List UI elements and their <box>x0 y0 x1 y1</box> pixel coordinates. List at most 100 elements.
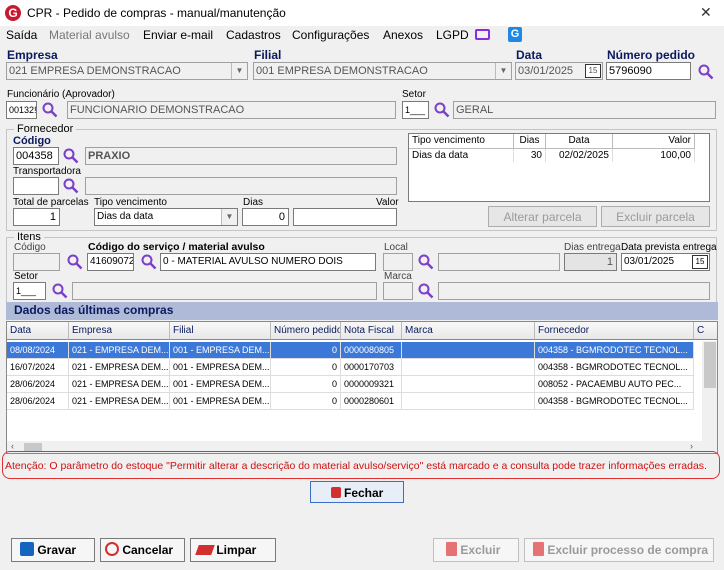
table-cell[interactable]: 0 <box>271 342 341 359</box>
setor-code-field[interactable]: 1___ <box>402 101 429 119</box>
table-cell[interactable]: 02/02/2025 <box>546 149 613 162</box>
itens-setor-code-field[interactable]: 1___ <box>13 282 46 300</box>
table-cell[interactable]: 100,00 <box>613 149 695 162</box>
monitor-icon[interactable] <box>475 29 490 40</box>
table-cell[interactable]: 021 - EMPRESA DEM... <box>69 359 170 376</box>
total-parcelas-field[interactable]: 1 <box>13 208 60 226</box>
numero-pedido-field[interactable]: 5796090 <box>606 62 691 80</box>
table-cell[interactable]: 0000280601 <box>341 393 402 410</box>
servico-desc-field[interactable]: 0 - MATERIAL AVULSO NUMERO DOIS <box>160 253 376 271</box>
menu-material-avulso[interactable]: Material avulso <box>49 28 130 42</box>
col-header-nota[interactable]: Nota Fiscal <box>341 322 402 340</box>
table-cell[interactable]: 0 <box>271 393 341 410</box>
menu-saida[interactable]: Saída <box>6 28 37 42</box>
table-cell[interactable] <box>402 393 535 410</box>
excluir-processo-button[interactable]: Excluir processo de compra <box>524 538 714 562</box>
table-cell[interactable]: 001 - EMPRESA DEM... <box>170 342 271 359</box>
search-icon[interactable] <box>67 254 83 270</box>
table-cell[interactable] <box>402 359 535 376</box>
col-header-empresa[interactable]: Empresa <box>69 322 170 340</box>
table-cell[interactable]: 008052 - PACAEMBU AUTO PEC... <box>535 376 694 393</box>
table-cell[interactable]: 28/06/2024 <box>7 376 69 393</box>
servico-code-field[interactable]: 41609072 <box>87 253 134 271</box>
search-icon[interactable] <box>434 102 450 118</box>
dias-field[interactable]: 0 <box>242 208 289 226</box>
chevron-right-icon[interactable]: › <box>690 441 693 451</box>
data-field[interactable]: 03/01/2025 15 <box>515 62 603 80</box>
excluir-parcela-button[interactable]: Excluir parcela <box>601 206 710 227</box>
close-icon[interactable]: ✕ <box>700 4 712 21</box>
search-icon[interactable] <box>63 148 79 164</box>
table-cell[interactable]: 0000170703 <box>341 359 402 376</box>
table-cell[interactable]: 28/06/2024 <box>7 393 69 410</box>
menu-lgpd[interactable]: LGPD <box>436 28 469 42</box>
table-cell[interactable]: 0000080805 <box>341 342 402 359</box>
col-header-numero[interactable]: Número pedido <box>271 322 341 340</box>
fechar-button[interactable]: Fechar <box>310 481 404 503</box>
menu-anexos[interactable]: Anexos <box>383 28 423 42</box>
empresa-label: Empresa <box>7 48 58 62</box>
table-cell[interactable]: 0000009321 <box>341 376 402 393</box>
search-icon[interactable] <box>418 283 434 299</box>
menu-configuracoes[interactable]: Configurações <box>292 28 369 42</box>
table-cell[interactable]: 021 - EMPRESA DEM... <box>69 376 170 393</box>
scrollbar-thumb[interactable] <box>704 342 716 388</box>
col-header[interactable]: Valor <box>613 134 695 149</box>
table-cell[interactable]: 0 <box>271 359 341 376</box>
itens-codigo-field <box>13 253 60 271</box>
col-header-fornecedor[interactable]: Fornecedor <box>535 322 694 340</box>
menu-cadastros[interactable]: Cadastros <box>226 28 281 42</box>
tipo-vencimento-select[interactable]: Dias da data ▼ <box>94 208 238 226</box>
col-header[interactable]: Dias <box>514 134 546 149</box>
col-header[interactable]: Tipo vencimento <box>409 134 514 149</box>
table-cell[interactable]: 001 - EMPRESA DEM... <box>170 376 271 393</box>
table-cell[interactable]: 021 - EMPRESA DEM... <box>69 393 170 410</box>
table-cell[interactable]: 001 - EMPRESA DEM... <box>170 393 271 410</box>
table-cell[interactable]: 30 <box>514 149 546 162</box>
table-cell[interactable]: 001 - EMPRESA DEM... <box>170 359 271 376</box>
search-icon[interactable] <box>698 64 714 80</box>
table-cell[interactable]: Dias da data <box>409 149 514 162</box>
search-icon[interactable] <box>42 102 58 118</box>
table-cell[interactable]: 021 - EMPRESA DEM... <box>69 342 170 359</box>
total-parcelas-label: Total de parcelas <box>13 197 89 208</box>
app-shortcut-icon[interactable]: G <box>508 27 522 42</box>
table-cell[interactable]: 0 <box>271 376 341 393</box>
menu-enviar-email[interactable]: Enviar e-mail <box>143 28 213 42</box>
table-cell[interactable] <box>402 376 535 393</box>
numero-pedido-label: Número pedido <box>607 48 696 62</box>
alterar-parcela-button[interactable]: Alterar parcela <box>488 206 597 227</box>
col-header-data[interactable]: Data <box>7 322 69 340</box>
funcionario-name-field: FUNCIONARIO DEMONSTRACAO <box>67 101 396 119</box>
fornecedor-codigo-field[interactable]: 004358 <box>13 147 59 165</box>
funcionario-code-field[interactable]: 00132! <box>6 101 37 119</box>
valor-field[interactable] <box>293 208 397 226</box>
table-cell[interactable]: 004358 - BGMRODOTEC TECNOL... <box>535 359 694 376</box>
chevron-left-icon[interactable]: ‹ <box>11 441 14 451</box>
search-icon[interactable] <box>418 254 434 270</box>
search-icon[interactable] <box>52 283 68 299</box>
ultimas-compras-header: Dados das últimas compras <box>6 302 718 320</box>
calendar-icon[interactable]: 15 <box>692 255 708 269</box>
table-cell[interactable]: 004358 - BGMRODOTEC TECNOL... <box>535 342 694 359</box>
col-header-filial[interactable]: Filial <box>170 322 271 340</box>
excluir-button[interactable]: Excluir <box>433 538 519 562</box>
filial-select[interactable]: 001 EMPRESA DEMONSTRACAO ▼ <box>253 62 512 80</box>
col-header-extra[interactable]: C <box>694 322 717 340</box>
table-cell[interactable]: 004358 - BGMRODOTEC TECNOL... <box>535 393 694 410</box>
limpar-button[interactable]: Limpar <box>190 538 276 562</box>
cancelar-button[interactable]: Cancelar <box>100 538 185 562</box>
transportadora-code-field[interactable] <box>13 177 59 195</box>
gravar-button[interactable]: Gravar <box>11 538 95 562</box>
search-icon[interactable] <box>63 178 79 194</box>
col-header-marca[interactable]: Marca <box>402 322 535 340</box>
empresa-select[interactable]: 021 EMPRESA DEMONSTRACAO ▼ <box>6 62 248 80</box>
table-cell[interactable] <box>402 342 535 359</box>
calendar-icon[interactable]: 15 <box>585 64 601 78</box>
search-icon[interactable] <box>141 254 157 270</box>
col-header[interactable]: Data <box>546 134 613 149</box>
table-cell[interactable]: 16/07/2024 <box>7 359 69 376</box>
data-prevista-field[interactable]: 03/01/2025 15 <box>621 253 710 271</box>
table-cell[interactable]: 08/08/2024 <box>7 342 69 359</box>
chevron-down-icon: ▼ <box>231 63 247 79</box>
